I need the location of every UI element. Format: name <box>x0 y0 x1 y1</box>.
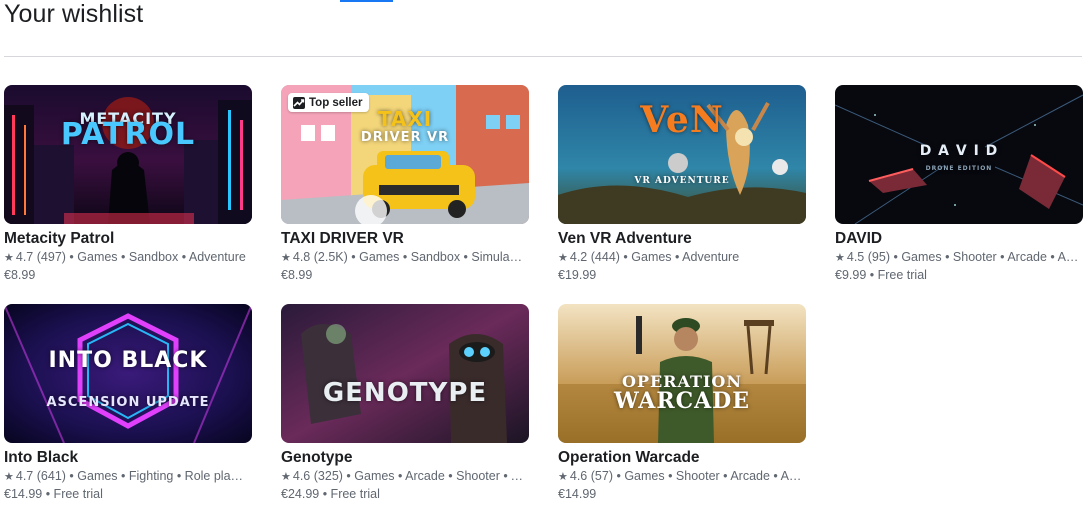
game-thumbnail[interactable]: Top seller TAXI DRIVER VR <box>281 85 529 224</box>
rating: 4.6 <box>292 469 311 483</box>
game-title[interactable]: Genotype <box>281 448 529 467</box>
game-meta: ★ 4.2 (444) • Games • Adventure <box>558 250 740 264</box>
price: €14.99 <box>558 487 597 501</box>
trending-icon <box>293 96 305 109</box>
star-icon: ★ <box>4 471 14 483</box>
price: €19.99 <box>558 268 597 282</box>
game-thumbnail[interactable]: GENOTYPE <box>281 304 529 443</box>
review-count: (2.5K) <box>313 250 348 264</box>
tags: Games • Adventure <box>631 250 740 264</box>
page-title: Your wishlist <box>4 0 144 28</box>
badge-label: Top seller <box>309 96 363 109</box>
top-seller-badge: Top seller <box>288 93 370 112</box>
star-icon: ★ <box>558 252 568 264</box>
star-icon: ★ <box>4 252 14 264</box>
active-tab-indicator <box>340 0 393 2</box>
rating: 4.5 <box>846 250 865 264</box>
game-meta: ★ 4.7 (497) • Games • Sandbox • Adventure <box>4 250 246 264</box>
wishlist-card-ven-vr-adventure[interactable]: VeN VR ADVENTURE Ven VR Adventure ★ 4.2 (4… <box>558 85 807 304</box>
wishlist-card-david[interactable]: D A V I D DRONE EDITION DAVID ★ 4.5 (95) •… <box>835 85 1084 304</box>
review-count: (95) <box>867 250 890 264</box>
review-count: (325) <box>313 469 343 483</box>
tags: Games • Shooter • Arcade • Action <box>624 469 802 483</box>
game-title[interactable]: Metacity Patrol <box>4 229 252 248</box>
game-meta: ★ 4.6 (57) • Games • Shooter • Arcade • A… <box>558 468 802 486</box>
game-title[interactable]: Operation Warcade <box>558 448 806 467</box>
wishlist-card-metacity-patrol[interactable]: METACITY PATROL Metacity Patrol ★ 4.7 (497… <box>4 85 253 304</box>
star-icon: ★ <box>558 471 568 483</box>
game-meta: ★ 4.7 (641) • Games • Fighting • Role pla… <box>4 468 248 486</box>
rating: 4.2 <box>569 250 588 264</box>
game-meta: ★ 4.8 (2.5K) • Games • Sandbox • Simulati… <box>281 249 525 267</box>
game-meta: ★ 4.6 (325) • Games • Arcade • Shooter • … <box>281 468 525 486</box>
game-title[interactable]: TAXI DRIVER VR <box>281 229 529 248</box>
wishlist-card-genotype[interactable]: GENOTYPE Genotype ★ 4.6 (325) • Games • A… <box>281 304 530 523</box>
game-thumbnail[interactable]: D A V I D DRONE EDITION <box>835 85 1083 224</box>
review-count: (444) <box>590 250 620 264</box>
wishlist-card-into-black[interactable]: INTO BLACK ASCENSION UPDATE Into Black ★ 4… <box>4 304 253 523</box>
tags: Games • Sandbox • Adventure <box>77 250 246 264</box>
rating: 4.6 <box>569 469 588 483</box>
star-icon: ★ <box>835 252 845 264</box>
game-title[interactable]: DAVID <box>835 229 1083 248</box>
game-title[interactable]: Into Black <box>4 448 252 467</box>
review-count: (57) <box>590 469 613 483</box>
game-thumbnail[interactable]: INTO BLACK ASCENSION UPDATE <box>4 304 252 443</box>
wishlist-card-taxi-driver-vr[interactable]: Top seller TAXI DRIVER VR TAXI DRIVER VR … <box>281 85 530 304</box>
tags: Games • Shooter • Arcade • Action <box>901 250 1079 264</box>
review-count: (641) <box>36 469 66 483</box>
price: €9.99 • Free trial <box>835 268 927 282</box>
price: €14.99 • Free trial <box>4 487 103 501</box>
tags: Games • Arcade • Shooter • Action <box>354 469 525 483</box>
price: €24.99 • Free trial <box>281 487 380 501</box>
game-title[interactable]: Ven VR Adventure <box>558 229 806 248</box>
game-thumbnail[interactable]: VeN VR ADVENTURE <box>558 85 806 224</box>
game-thumbnail[interactable]: OPERATION WARCADE <box>558 304 806 443</box>
game-thumbnail[interactable]: METACITY PATROL <box>4 85 252 224</box>
review-count: (497) <box>36 250 66 264</box>
price: €8.99 <box>281 268 313 282</box>
rating: 4.7 <box>15 469 34 483</box>
rating: 4.8 <box>292 250 311 264</box>
divider <box>4 56 1082 57</box>
tags: Games • Fighting • Role playing <box>77 469 248 483</box>
star-icon: ★ <box>281 471 291 483</box>
wishlist-grid: METACITY PATROL Metacity Patrol ★ 4.7 (497… <box>4 85 1084 523</box>
rating: 4.7 <box>15 250 34 264</box>
game-meta: ★ 4.5 (95) • Games • Shooter • Arcade • A… <box>835 249 1079 267</box>
wishlist-card-operation-warcade[interactable]: OPERATION WARCADE Operation Warcade ★ 4.6 … <box>558 304 807 523</box>
tags: Games • Sandbox • Simulation <box>359 250 525 264</box>
star-icon: ★ <box>281 252 291 264</box>
price: €8.99 <box>4 268 36 282</box>
